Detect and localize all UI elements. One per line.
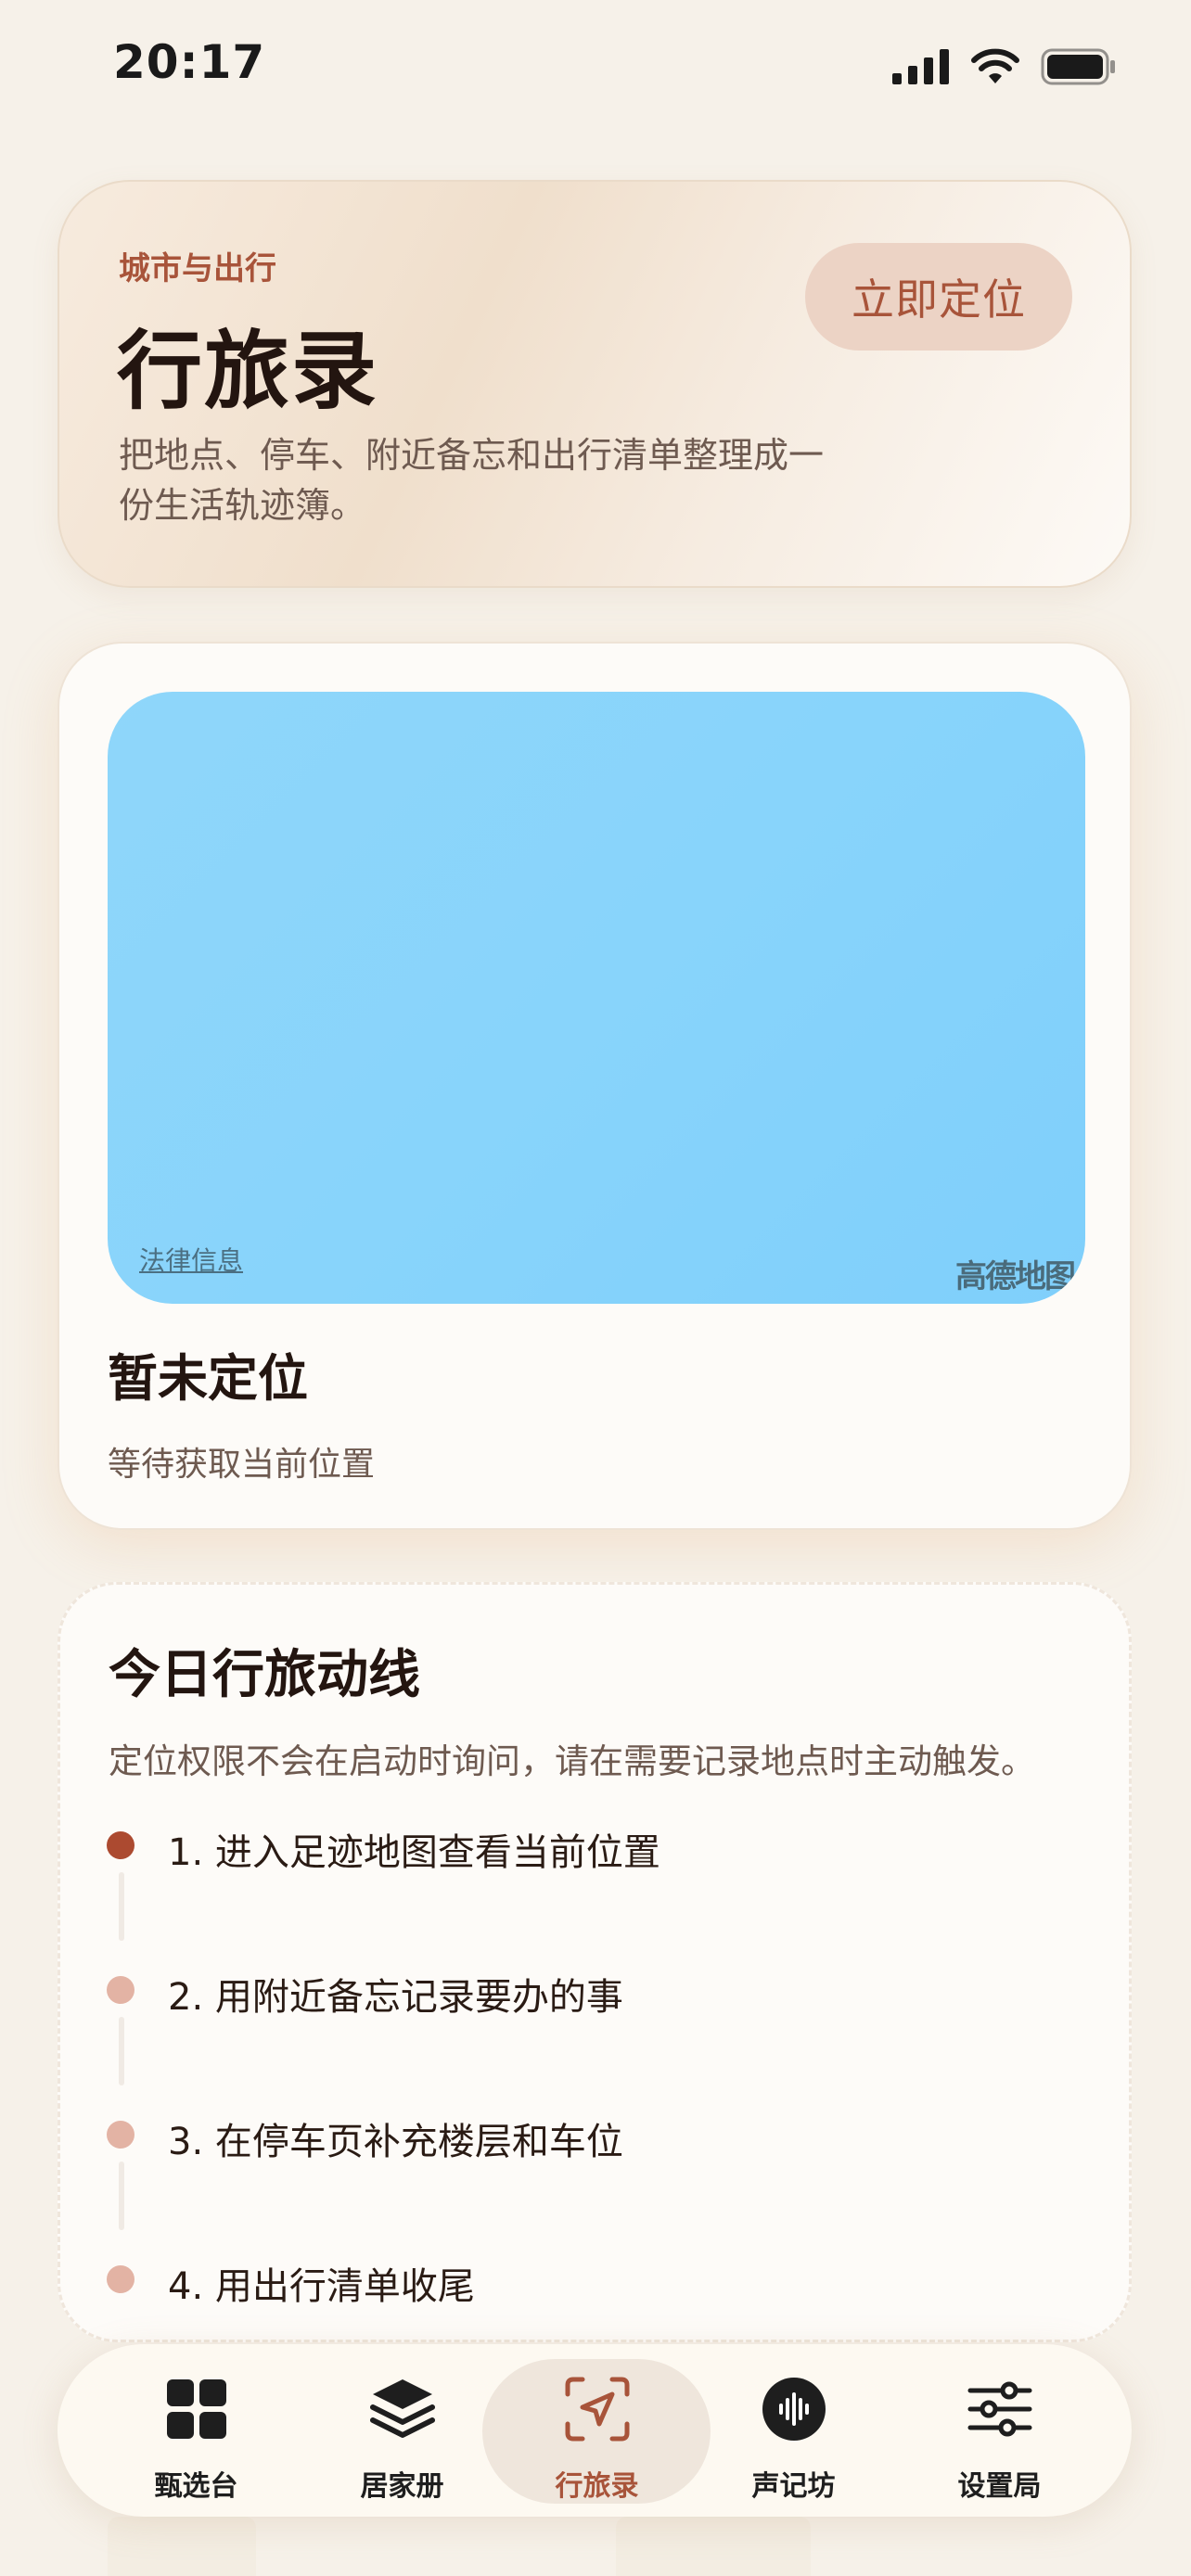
step-dot-active bbox=[107, 1831, 134, 1859]
status-time: 20:17 bbox=[113, 35, 266, 89]
step-connector bbox=[119, 2162, 124, 2230]
wifi-icon bbox=[971, 48, 1019, 83]
cellular-signal-icon bbox=[892, 49, 949, 84]
map-provider-logo: 高德地图 bbox=[955, 1258, 1076, 1295]
header-card: 城市与出行 行旅录 把地点、停车、附近备忘和出行清单整理成一份生活轨迹簿。 立即… bbox=[58, 180, 1132, 588]
step-connector bbox=[119, 1872, 124, 1941]
route-step[interactable]: 3. 在停车页补充楼层和车位 bbox=[60, 2110, 1081, 2230]
page-subtitle: 把地点、停车、附近备忘和出行清单整理成一份生活轨迹簿。 bbox=[119, 435, 825, 526]
location-status: 等待获取当前位置 bbox=[108, 1446, 376, 1484]
status-icons bbox=[892, 48, 1117, 85]
layers-icon bbox=[369, 2379, 435, 2438]
map-card: 法律信息 高德地图 暂未定位 等待获取当前位置 bbox=[58, 642, 1132, 1530]
sound-wave-icon bbox=[762, 2378, 826, 2441]
navigation-arrow-icon bbox=[565, 2377, 629, 2442]
tab-label: 行旅录 bbox=[555, 2470, 639, 2503]
grid-icon bbox=[166, 2379, 226, 2439]
step-dot bbox=[107, 1976, 134, 2004]
route-step-label: 2. 用附近备忘记录要办的事 bbox=[168, 1976, 623, 2019]
partial-card bbox=[616, 2517, 811, 2576]
route-step-label: 3. 在停车页补充楼层和车位 bbox=[168, 2121, 623, 2163]
step-connector bbox=[119, 2017, 124, 2085]
location-title: 暂未定位 bbox=[108, 1349, 308, 1408]
route-step[interactable]: 4. 用出行清单收尾 bbox=[60, 2254, 1081, 2328]
sliders-icon bbox=[967, 2381, 1031, 2437]
tab-label: 声记坊 bbox=[751, 2470, 836, 2503]
step-dot bbox=[107, 2121, 134, 2149]
route-step-label: 4. 用出行清单收尾 bbox=[168, 2265, 475, 2308]
map-legal-link[interactable]: 法律信息 bbox=[139, 1241, 243, 1278]
route-title: 今日行旅动线 bbox=[109, 1645, 420, 1705]
route-step[interactable]: 2. 用附近备忘记录要办的事 bbox=[60, 1965, 1081, 2085]
tab-label: 居家册 bbox=[360, 2470, 444, 2503]
tab-picks[interactable]: 甄选台 bbox=[89, 2344, 303, 2517]
step-dot bbox=[107, 2265, 134, 2293]
locate-now-button[interactable]: 立即定位 bbox=[805, 243, 1072, 351]
partial-card bbox=[108, 2517, 256, 2576]
map-view[interactable]: 法律信息 高德地图 bbox=[108, 692, 1085, 1304]
tab-bar: 甄选台 居家册 行旅录 声记坊 设置局 bbox=[58, 2344, 1132, 2517]
page-title: 行旅录 bbox=[117, 322, 379, 421]
route-card: 今日行旅动线 定位权限不会在启动时询问，请在需要记录地点时主动触发。 1. 进入… bbox=[58, 1582, 1132, 2342]
section-eyebrow: 城市与出行 bbox=[119, 250, 276, 287]
route-step[interactable]: 1. 进入足迹地图查看当前位置 bbox=[60, 1820, 1081, 1941]
route-step-label: 1. 进入足迹地图查看当前位置 bbox=[168, 1831, 660, 1874]
tab-label: 设置局 bbox=[957, 2470, 1042, 2503]
tab-label: 甄选台 bbox=[154, 2470, 238, 2503]
tab-travel[interactable]: 行旅录 bbox=[490, 2344, 704, 2517]
tab-settings[interactable]: 设置局 bbox=[892, 2344, 1107, 2517]
battery-icon bbox=[1041, 48, 1115, 85]
tab-home[interactable]: 居家册 bbox=[295, 2344, 509, 2517]
tab-voice[interactable]: 声记坊 bbox=[686, 2344, 901, 2517]
route-description: 定位权限不会在启动时询问，请在需要记录地点时主动触发。 bbox=[109, 1741, 1035, 1781]
